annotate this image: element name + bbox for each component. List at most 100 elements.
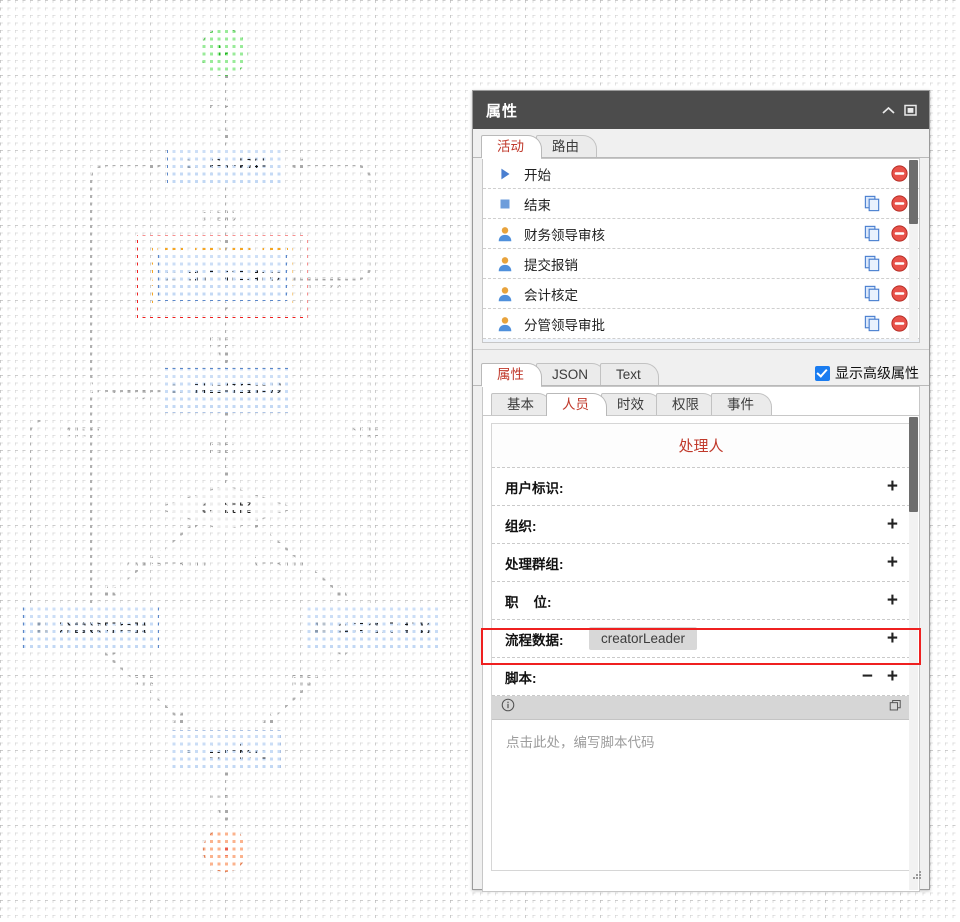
user-icon [498, 226, 512, 241]
users-icon [183, 158, 199, 171]
activity-list-scrollbar[interactable] [909, 160, 918, 341]
form-row[interactable]: 职 位: + [492, 582, 910, 620]
tab-properties[interactable]: 属性 [481, 363, 542, 387]
flow-node-start[interactable] [200, 28, 248, 76]
tab-basic[interactable]: 基本 [491, 393, 552, 416]
edge-label-choice-low: 小于等于3000 [126, 557, 207, 571]
activity-list-item[interactable]: 结束 [483, 189, 919, 219]
flow-node-submit[interactable]: 提交报销 [167, 146, 284, 184]
edge-label-vp-agree: 同意 [133, 674, 159, 688]
activity-list-item[interactable]: 分管领导审批 [483, 309, 919, 339]
flow-node-accounting[interactable]: 会计核定 [169, 730, 281, 772]
tab-activities[interactable]: 活动 [481, 135, 542, 159]
activity-list[interactable]: 开始结束 财务领导审核 提交报销 会计核定分管领导审批 [482, 158, 920, 343]
edge-label-submit-dept: 请审核 [199, 211, 238, 225]
value-chip[interactable]: creatorLeader [589, 627, 698, 650]
form-row-script[interactable]: 脚本: − + [492, 658, 910, 696]
tab-text[interactable]: Text [600, 363, 659, 386]
script-editor[interactable]: 点击此处，编写脚本代码 [492, 720, 910, 870]
script-placeholder: 点击此处，编写脚本代码 [506, 735, 655, 750]
edge-label-fin-reject: 不同意 [110, 387, 149, 401]
remove-script-button[interactable]: − [862, 667, 873, 686]
edge-label-start: 开始 [207, 99, 233, 113]
flow-node-choice[interactable]: 选择 [156, 484, 295, 532]
checkbox-box[interactable] [815, 365, 830, 381]
activity-list-item[interactable]: 提交报销 [483, 249, 919, 279]
start-triangle-icon [501, 168, 510, 179]
chevron-up-icon[interactable] [877, 99, 899, 121]
form-row-process-data[interactable]: 流程数据: creatorLeader + [492, 620, 910, 658]
activity-item-label: 开始 [524, 167, 551, 183]
end-square-icon [500, 199, 510, 208]
form-row[interactable]: 用户标识: + [492, 468, 910, 506]
flow-node-end[interactable] [203, 828, 247, 872]
edge-label-company-reject: 不同意 [346, 424, 385, 438]
scrollbar-thumb[interactable] [909, 160, 918, 224]
flow-node-label: 选择 [222, 500, 253, 518]
copy-icon[interactable] [863, 254, 882, 273]
form-row[interactable]: 处理群组: + [492, 544, 910, 582]
tab-label: JSON [552, 367, 589, 382]
properties-titlebar[interactable]: 属性 [473, 91, 929, 129]
activity-list-item[interactable]: 会计核定 [483, 279, 919, 309]
add-row-button[interactable]: + [887, 553, 898, 572]
tab-label: 路由 [552, 139, 579, 154]
delete-icon[interactable] [890, 164, 909, 183]
show-advanced-properties-checkbox[interactable]: 显示高级属性 [815, 363, 929, 386]
delete-icon[interactable] [890, 254, 909, 273]
form-row-label: 职 位: [505, 594, 552, 610]
resize-grip[interactable] [910, 870, 922, 882]
tab-json[interactable]: JSON [536, 363, 607, 386]
tab-routes[interactable]: 路由 [536, 135, 597, 158]
activity-list-item[interactable] [483, 339, 919, 342]
scrollbar-thumb[interactable] [909, 417, 918, 512]
flow-node-finance-review[interactable]: 财务领导审核 [164, 368, 290, 413]
decision-icon [200, 501, 214, 515]
play-icon [219, 45, 230, 59]
edge-label-dept-agree: 同意 [209, 334, 235, 348]
handler-form: 处理人 用户标识: + 组织: + 处理群组: + 职 位: + 流程数据: creatorLea… [491, 423, 911, 871]
add-row-button[interactable]: + [887, 477, 898, 496]
activity-item-label: 分管领导审批 [524, 317, 605, 333]
flow-node-company-approve[interactable]: 公司领导审批 [304, 603, 440, 650]
maximize-icon[interactable] [899, 99, 921, 121]
tab-people[interactable]: 人员 [546, 393, 607, 417]
tab-label: 属性 [497, 367, 524, 382]
form-row[interactable]: 组织: + [492, 506, 910, 544]
form-row-value: creatorLeader [589, 627, 887, 650]
flow-node-label: 会计核定 [205, 743, 268, 761]
copy-icon[interactable] [863, 224, 882, 243]
users-icon [165, 271, 180, 284]
flow-node-label: 部门领导审核 [187, 270, 281, 287]
flow-node-dept-review[interactable]: 部门领导审核 [158, 254, 287, 301]
tab-label: 权限 [672, 397, 699, 412]
add-script-button[interactable]: + [887, 667, 898, 686]
form-row-label: 用户标识: [505, 480, 564, 496]
inner-tab-strip: 基本 人员 时效 权限 事件 [483, 387, 919, 417]
tab-timing[interactable]: 时效 [601, 393, 662, 416]
activity-list-item[interactable]: 开始 [483, 159, 919, 189]
edge-label-dept-reject: 不同意 [304, 276, 343, 290]
copy-icon[interactable] [863, 194, 882, 213]
activity-list-item[interactable]: 财务领导审核 [483, 219, 919, 249]
form-row-label: 脚本: [505, 670, 537, 686]
flow-node-vp-approve[interactable]: 分管领导审批 [23, 603, 159, 650]
add-row-button[interactable]: + [887, 629, 898, 648]
delete-icon[interactable] [890, 314, 909, 333]
delete-icon[interactable] [890, 224, 909, 243]
tab-label: 基本 [507, 397, 534, 412]
copy-icon[interactable] [863, 314, 882, 333]
add-row-button[interactable]: + [887, 515, 898, 534]
form-row-label: 流程数据: [505, 632, 564, 648]
properties-scrollbar[interactable] [909, 417, 918, 890]
outer-tab-strip: 活动 路由 [473, 129, 929, 159]
delete-icon[interactable] [890, 284, 909, 303]
copy-icon[interactable] [863, 284, 882, 303]
tab-events[interactable]: 事件 [711, 393, 772, 416]
properties-body: 基本 人员 时效 权限 事件 处理人 用户标识: + 组织: + 处理群组: + 职 位: +… [482, 386, 920, 892]
tab-permissions[interactable]: 权限 [656, 393, 717, 416]
restore-icon[interactable] [889, 699, 902, 717]
delete-icon[interactable] [890, 194, 909, 213]
info-icon[interactable] [501, 698, 515, 717]
add-row-button[interactable]: + [887, 591, 898, 610]
